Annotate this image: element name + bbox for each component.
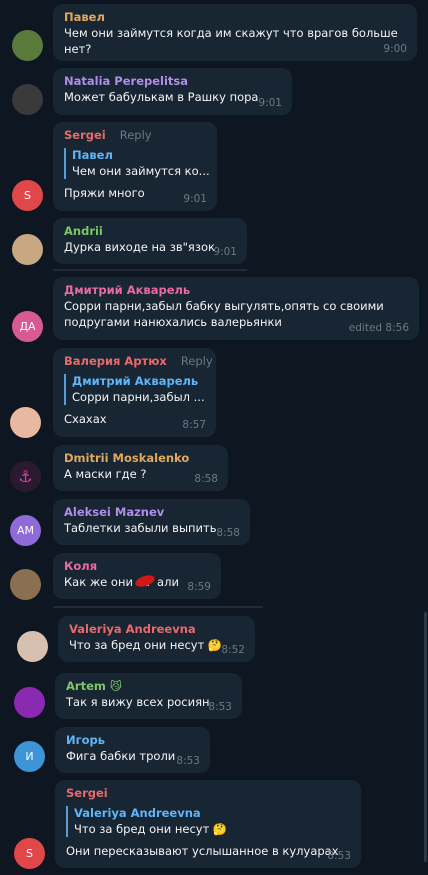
sender-name[interactable]: Павел	[64, 10, 407, 25]
avatar[interactable]	[12, 234, 43, 265]
message-bubble[interactable]: Sergei Valeriya Andreevna Что за бред он…	[55, 780, 361, 868]
message-bubble[interactable]: Коля Как же они за али 8:59	[53, 553, 221, 599]
scrollbar[interactable]	[424, 612, 427, 862]
avatar-initials: AM	[16, 524, 34, 537]
message-text: Чем они займутся когда им скажут что вра…	[64, 26, 402, 56]
sender-name[interactable]: Dmitrii Moskalenko	[64, 451, 218, 466]
quote-text: Что за бред они несут 🤔	[74, 822, 228, 836]
avatar-initials: ДА	[19, 320, 36, 333]
sender-name[interactable]: Валерия Артюх Reply	[64, 354, 213, 369]
message-bubble[interactable]: Sergei Reply Павел Чем они займутся ко...…	[53, 122, 217, 211]
message-time: 9:01	[183, 193, 207, 205]
sender-name[interactable]: Игорь	[66, 733, 200, 748]
message-bubble[interactable]: Aleksei Maznev Таблетки забыли выпить 8:…	[53, 499, 250, 545]
message-bubble[interactable]: Andrii Дурка виходе на зв"язок 9:01	[53, 218, 247, 264]
sender-name[interactable]: Коля	[64, 559, 211, 574]
message-bubble[interactable]: Valeriya Andreevna Что за бред они несут…	[58, 616, 255, 662]
reply-quote[interactable]: Valeriya Andreevna Что за бред они несут…	[66, 806, 351, 837]
avatar[interactable]	[10, 569, 41, 600]
message-time: 8:53	[208, 701, 232, 713]
avatar[interactable]: ⚓	[10, 461, 41, 492]
reply-quote[interactable]: Павел Чем они займутся ко...	[64, 148, 210, 179]
sender-name-text[interactable]: Валерия Артюх	[64, 354, 167, 368]
message-bubble[interactable]: Дмитрий Акварель Сорри парни,забыл бабку…	[53, 277, 419, 340]
avatar-initials: S	[26, 847, 33, 860]
message-bubble[interactable]: Artem 😼 Так я вижу всех росиян 8:53	[55, 673, 242, 719]
sender-name[interactable]: Sergei	[66, 786, 351, 801]
avatar-initials: И	[25, 750, 34, 763]
avatar[interactable]: ДА	[12, 311, 43, 342]
message-time: 8:58	[216, 527, 240, 539]
avatar[interactable]: AM	[10, 515, 41, 546]
divider	[53, 606, 263, 608]
message-time: 9:01	[258, 97, 282, 109]
sender-name[interactable]: Valeriya Andreevna	[69, 622, 245, 637]
message-time: 8:57	[182, 419, 206, 431]
message-time: 8:53	[176, 755, 200, 767]
message-text: Таблетки забыли выпить	[64, 521, 217, 535]
avatar[interactable]	[12, 84, 43, 115]
quote-text: Чем они займутся ко...	[72, 164, 210, 178]
sender-name[interactable]: Natalia Perepelitsa	[64, 74, 282, 89]
quote-sender: Павел	[72, 148, 113, 162]
sender-name[interactable]: Andrii	[64, 224, 237, 239]
reply-quote[interactable]: Дмитрий Акварель Сорри парни,забыл ...	[64, 374, 206, 405]
sender-name-text[interactable]: Sergei	[64, 128, 106, 142]
sender-name[interactable]: Aleksei Maznev	[64, 505, 240, 520]
sender-name[interactable]: Sergei Reply	[64, 128, 207, 143]
reply-button[interactable]: Reply	[120, 128, 152, 142]
message-time: 9:01	[213, 246, 237, 258]
message-bubble[interactable]: Валерия Артюх Reply Дмитрий Акварель Сорр…	[53, 348, 216, 437]
quote-sender: Valeriya Andreevna	[74, 806, 201, 820]
message-time: 8:59	[187, 581, 211, 593]
message-text: Дурка виходе на зв"язок	[64, 240, 215, 254]
message-bubble[interactable]: Павел Чем они займутся когда им скажут ч…	[53, 4, 417, 61]
message-time: 9:00	[383, 43, 407, 55]
sender-name[interactable]: Artem 😼	[66, 679, 232, 694]
avatar[interactable]	[17, 631, 48, 662]
avatar[interactable]	[12, 30, 43, 61]
message-time: 8:52	[221, 644, 245, 656]
quote-text: Сорри парни,забыл ...	[72, 390, 205, 404]
message-text: Что за бред они несут 🤔	[69, 638, 223, 652]
message-time: edited 8:56	[348, 322, 409, 334]
avatar[interactable]	[14, 687, 45, 718]
anchor-icon: ⚓	[18, 467, 33, 486]
divider	[53, 269, 247, 271]
message-time: 8:58	[194, 473, 218, 485]
avatar[interactable]: S	[14, 838, 45, 869]
message-text: Так я вижу всех росиян	[66, 695, 210, 709]
message-bubble[interactable]: Dmitrii Moskalenko А маски где ? 8:58	[53, 445, 228, 491]
avatar[interactable]: S	[12, 180, 43, 211]
avatar-initials: S	[24, 189, 31, 202]
message-text: Они пересказывают услышанное в кулуарах	[66, 844, 339, 858]
avatar[interactable]	[10, 407, 41, 438]
message-bubble[interactable]: Natalia Perepelitsa Может бабулькам в Ра…	[53, 68, 292, 115]
message-time: 8:53	[327, 850, 351, 862]
message-bubble[interactable]: Игорь Фига бабки троли 8:53	[55, 727, 210, 773]
avatar[interactable]: И	[14, 741, 45, 772]
message-text: Может бабулькам в Рашку пора	[64, 90, 259, 104]
reply-button[interactable]: Reply	[181, 354, 213, 368]
sender-name[interactable]: Дмитрий Акварель	[64, 283, 409, 298]
quote-sender: Дмитрий Акварель	[72, 374, 199, 388]
